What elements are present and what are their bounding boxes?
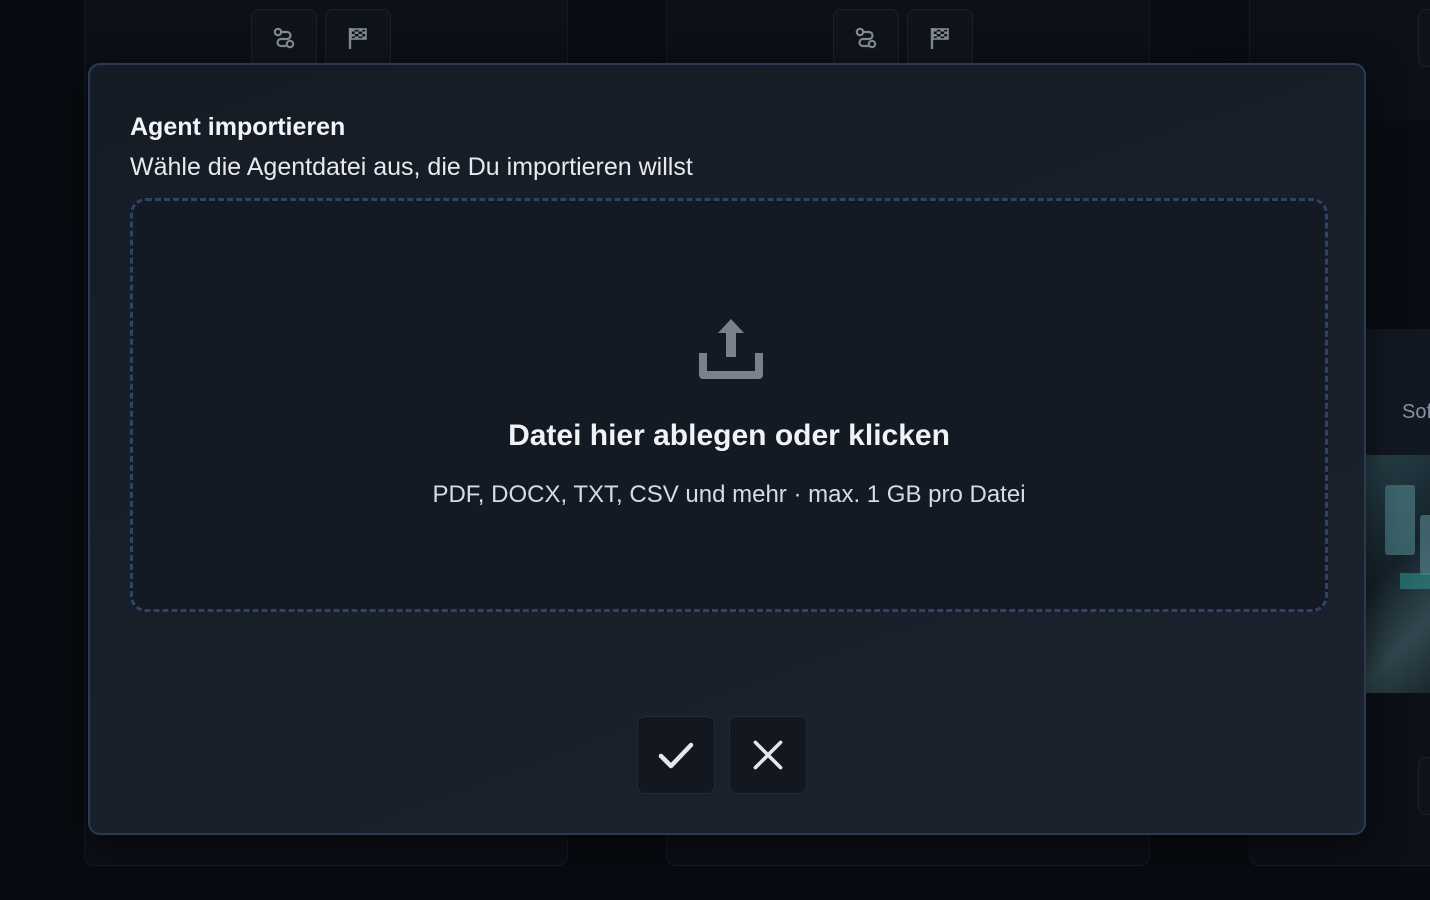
route-icon xyxy=(855,27,877,49)
app-background: Sof Agent importieren Wähle die Agentdat… xyxy=(0,0,1430,900)
route-button[interactable] xyxy=(833,9,899,67)
check-icon xyxy=(658,742,694,769)
flag-icon xyxy=(930,28,949,49)
import-agent-dialog: Agent importieren Wähle die Agentdatei a… xyxy=(88,63,1366,835)
route-icon xyxy=(273,27,295,49)
card-button[interactable] xyxy=(1418,9,1430,67)
file-dropzone[interactable]: Datei hier ablegen oder klicken PDF, DOC… xyxy=(130,198,1328,612)
dropzone-hint: PDF, DOCX, TXT, CSV und mehr · max. 1 GB… xyxy=(432,481,1026,508)
card-button[interactable] xyxy=(1418,757,1430,815)
dropzone-title: Datei hier ablegen oder klicken xyxy=(508,419,950,452)
cancel-button[interactable] xyxy=(729,716,807,794)
route-button[interactable] xyxy=(251,9,317,67)
dialog-title: Agent importieren xyxy=(130,113,346,141)
flag-button[interactable] xyxy=(907,9,973,67)
flag-button[interactable] xyxy=(325,9,391,67)
upload-icon xyxy=(699,319,763,379)
flag-icon xyxy=(348,28,367,49)
close-icon xyxy=(753,740,783,770)
confirm-button[interactable] xyxy=(637,716,715,794)
dialog-subtitle: Wähle die Agentdatei aus, die Du importi… xyxy=(130,153,693,181)
card-label: Sof xyxy=(1402,401,1430,423)
